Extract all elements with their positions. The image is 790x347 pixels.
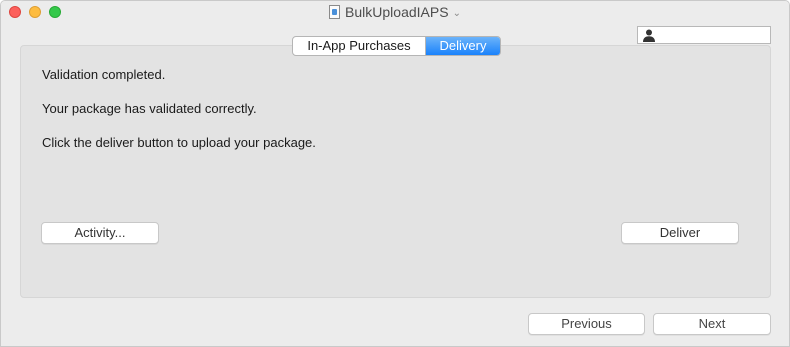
chevron-down-icon[interactable]: ⌄ [453,6,461,22]
validation-result-text: Your package has validated correctly. [42,101,257,116]
app-window: BulkUploadIAPS ⌄ In-App Purchases Deliver… [0,0,790,347]
next-button[interactable]: Next [653,313,771,335]
previous-button[interactable]: Previous [528,313,645,335]
document-icon [329,5,341,19]
tab-delivery[interactable]: Delivery [426,37,500,55]
segmented-tab-control: In-App Purchases Delivery [292,36,501,56]
window-title: BulkUploadIAPS [345,4,449,20]
validation-status-text: Validation completed. [42,67,166,82]
content-panel [20,45,771,298]
title-bar: BulkUploadIAPS ⌄ [1,1,789,23]
window-title-group[interactable]: BulkUploadIAPS ⌄ [1,4,789,22]
account-field[interactable] [637,26,771,44]
person-icon [643,29,655,42]
tab-in-app-purchases[interactable]: In-App Purchases [293,37,426,55]
deliver-instruction-text: Click the deliver button to upload your … [42,135,316,150]
deliver-button[interactable]: Deliver [621,222,739,244]
activity-button[interactable]: Activity... [41,222,159,244]
